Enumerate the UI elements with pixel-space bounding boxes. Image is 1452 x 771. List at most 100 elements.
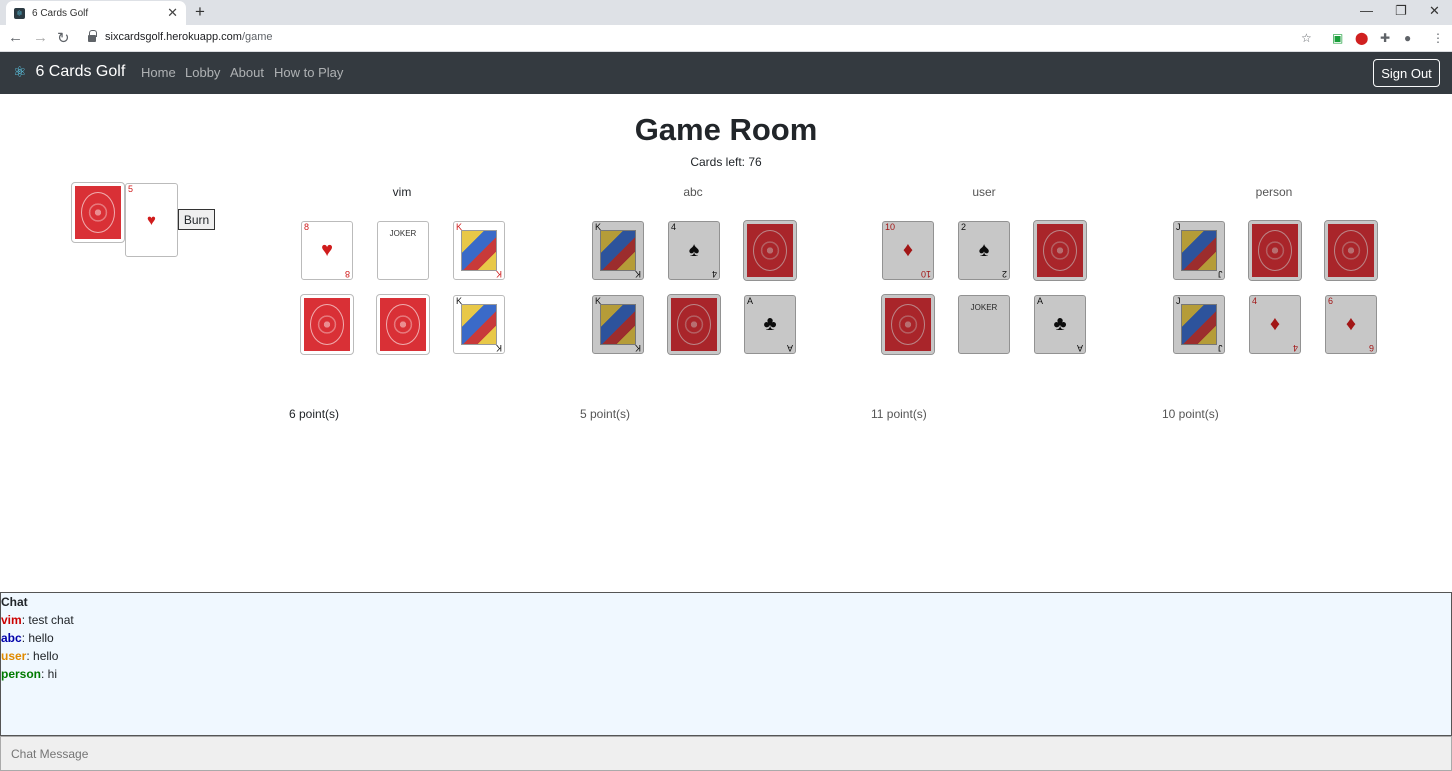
card-rank-corner: 4	[1292, 343, 1298, 353]
card-vim-5[interactable]	[376, 294, 430, 355]
chat-user: user	[1, 649, 27, 663]
browser-tabbar: ⚛ 6 Cards Golf ✕ + — ❐ ✕	[0, 0, 1452, 25]
card-person-1[interactable]: JJ	[1173, 221, 1225, 280]
card-user-1[interactable]: 10 ♦ 10	[882, 221, 934, 280]
card-abc-3[interactable]	[743, 220, 797, 281]
chat-text: : hello	[26, 649, 59, 663]
card-user-6[interactable]: A ♣ A	[1034, 295, 1086, 354]
card-user-2[interactable]: 2 ♠ 2	[958, 221, 1010, 280]
sign-out-button[interactable]: Sign Out	[1373, 59, 1440, 87]
nav-how-to-play[interactable]: How to Play	[274, 65, 343, 80]
card-abc-1[interactable]: KK	[592, 221, 644, 280]
points-person: 10 point(s)	[1162, 407, 1219, 421]
url-path: /game	[241, 31, 273, 43]
card-vim-3[interactable]: KK	[453, 221, 505, 280]
forward-icon[interactable]: →	[33, 29, 48, 46]
chat-title: Chat	[1, 595, 28, 609]
browser-tab[interactable]: ⚛ 6 Cards Golf ✕	[6, 1, 186, 25]
court-figure-icon	[1181, 304, 1217, 345]
card-person-2[interactable]	[1248, 220, 1302, 281]
restore-icon[interactable]: ❐	[1395, 3, 1407, 19]
card-rank-corner: 10	[920, 269, 931, 279]
court-figure-icon	[461, 304, 497, 345]
court-figure-icon	[600, 230, 636, 271]
card-abc-6[interactable]: A ♣ A	[744, 295, 796, 354]
card-rank-corner: 8	[344, 269, 350, 279]
menu-dots-icon[interactable]: ⋮	[1432, 31, 1444, 45]
cards-left: Cards left: 76	[690, 155, 762, 169]
nav-about[interactable]: About	[230, 65, 264, 80]
adblock-icon[interactable]: ⬤	[1355, 31, 1368, 45]
court-figure-icon	[461, 230, 497, 271]
card-vim-2[interactable]: JOKER	[377, 221, 429, 280]
minimize-icon[interactable]: —	[1360, 3, 1373, 18]
player-name-person: person	[1255, 185, 1293, 199]
chat-text: : test chat	[21, 613, 74, 627]
extension-icon[interactable]: ▣	[1332, 31, 1343, 45]
profile-icon[interactable]: ●	[1404, 31, 1411, 45]
close-window-icon[interactable]: ✕	[1429, 3, 1440, 19]
joker-label: JOKER	[389, 229, 417, 238]
burn-button[interactable]: Burn	[178, 209, 215, 230]
brand[interactable]: ⚛ 6 Cards Golf	[13, 63, 125, 81]
chat-message: person: hi	[1, 667, 57, 681]
points-abc: 5 point(s)	[580, 407, 631, 421]
url-field[interactable]: sixcardsgolf.herokuapp.com/game	[88, 29, 273, 43]
close-tab-icon[interactable]: ✕	[167, 5, 178, 21]
draw-pile-card[interactable]	[71, 182, 125, 243]
card-abc-2[interactable]: 4 ♠ 4	[668, 221, 720, 280]
card-rank-corner: 2	[1001, 269, 1007, 279]
card-vim-6[interactable]: KK	[453, 295, 505, 354]
app-navbar: ⚛ 6 Cards Golf Home Lobby About How to P…	[0, 52, 1452, 94]
card-rank-corner: A	[1076, 343, 1083, 353]
card-abc-5[interactable]	[667, 294, 721, 355]
chat-message: vim: test chat	[1, 613, 74, 627]
court-figure-icon	[600, 304, 636, 345]
discard-pile-card[interactable]: 5 ♥	[125, 183, 178, 257]
card-rank-corner: K	[495, 343, 502, 353]
player-name-user: user	[972, 185, 996, 199]
card-person-4[interactable]: JJ	[1173, 295, 1225, 354]
points-vim: 6 point(s)	[289, 407, 340, 421]
card-user-4[interactable]	[881, 294, 935, 355]
card-rank-corner: 4	[711, 269, 717, 279]
puzzle-icon[interactable]: ✚	[1380, 31, 1390, 45]
card-rank-corner: 6	[1368, 343, 1374, 353]
nav-lobby[interactable]: Lobby	[185, 65, 220, 80]
chat-text: : hi	[41, 667, 58, 681]
court-figure-icon	[1181, 230, 1217, 271]
chat-message: user: hello	[1, 649, 58, 663]
bookmark-star-icon[interactable]: ☆	[1301, 31, 1312, 45]
nav-home[interactable]: Home	[141, 65, 176, 80]
chat-text: : hello	[21, 631, 54, 645]
card-abc-4[interactable]: KK	[592, 295, 644, 354]
back-icon[interactable]: ←	[8, 29, 23, 46]
chat-panel: Chat vim: test chat abc: hello user: hel…	[0, 592, 1452, 736]
card-person-3[interactable]	[1324, 220, 1378, 281]
card-rank-corner: K	[634, 343, 641, 353]
lock-icon	[88, 29, 97, 43]
card-person-6[interactable]: 6 ♦ 6	[1325, 295, 1377, 354]
card-rank-corner: K	[495, 269, 502, 279]
chat-user: vim	[1, 613, 22, 627]
url-host: sixcardsgolf.herokuapp.com	[105, 31, 242, 43]
card-vim-1[interactable]: 8 ♥ 8	[301, 221, 353, 280]
card-vim-4[interactable]	[300, 294, 354, 355]
joker-label: JOKER	[970, 303, 998, 312]
card-rank: J	[1176, 222, 1181, 232]
card-rank-corner: J	[1217, 269, 1223, 279]
points-user: 11 point(s)	[871, 407, 927, 421]
chat-message-input[interactable]	[0, 736, 1452, 771]
discard-suit-icon: ♥	[147, 211, 156, 229]
brand-label: 6 Cards Golf	[35, 63, 126, 80]
new-tab-icon[interactable]: +	[195, 2, 205, 22]
card-rank-corner: A	[786, 343, 793, 353]
reload-icon[interactable]: ↻	[57, 29, 70, 47]
card-person-5[interactable]: 4 ♦ 4	[1249, 295, 1301, 354]
card-user-3[interactable]	[1033, 220, 1087, 281]
address-bar: ← → ↻ sixcardsgolf.herokuapp.com/game ☆ …	[0, 25, 1452, 52]
card-user-5[interactable]: JOKER	[958, 295, 1010, 354]
card-rank-corner: J	[1217, 343, 1223, 353]
chat-user: abc	[1, 631, 22, 645]
page-title: Game Room	[634, 112, 818, 147]
